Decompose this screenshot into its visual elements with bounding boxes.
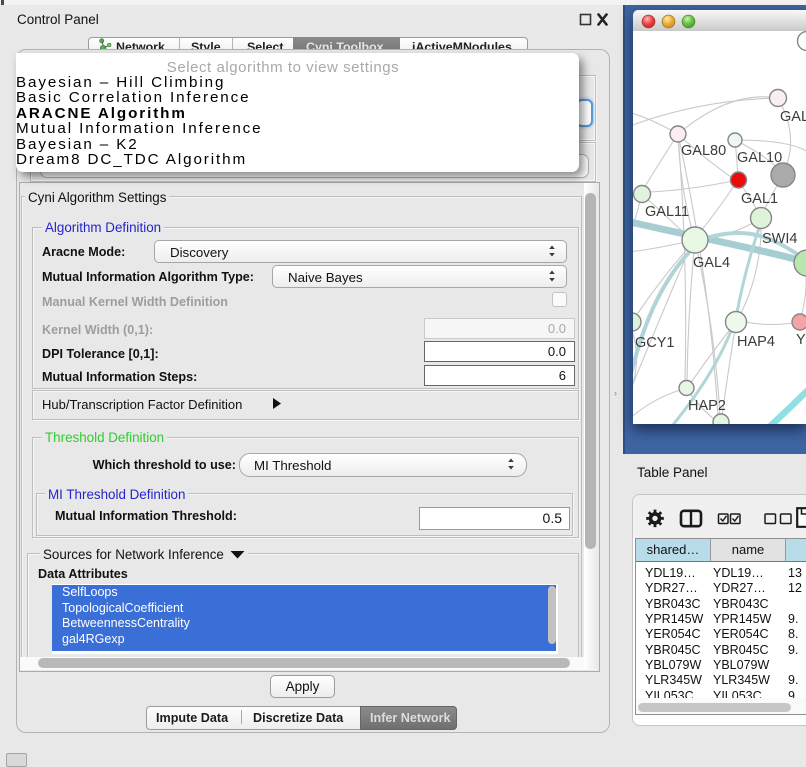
svg-text:GCY1: GCY1 bbox=[635, 335, 675, 351]
svg-text:GAL11: GAL11 bbox=[645, 204, 689, 220]
svg-text:Y: Y bbox=[796, 332, 806, 348]
svg-text:GAL80: GAL80 bbox=[681, 143, 726, 159]
svg-text:HAP4: HAP4 bbox=[737, 334, 775, 350]
svg-text:GAL1: GAL1 bbox=[741, 191, 778, 207]
svg-text:GAL10: GAL10 bbox=[737, 150, 782, 166]
svg-text:GAL4: GAL4 bbox=[693, 255, 730, 271]
svg-text:GAL7: GAL7 bbox=[780, 109, 806, 125]
svg-text:HAP2: HAP2 bbox=[688, 398, 726, 414]
svg-text:SWI4: SWI4 bbox=[762, 231, 797, 247]
